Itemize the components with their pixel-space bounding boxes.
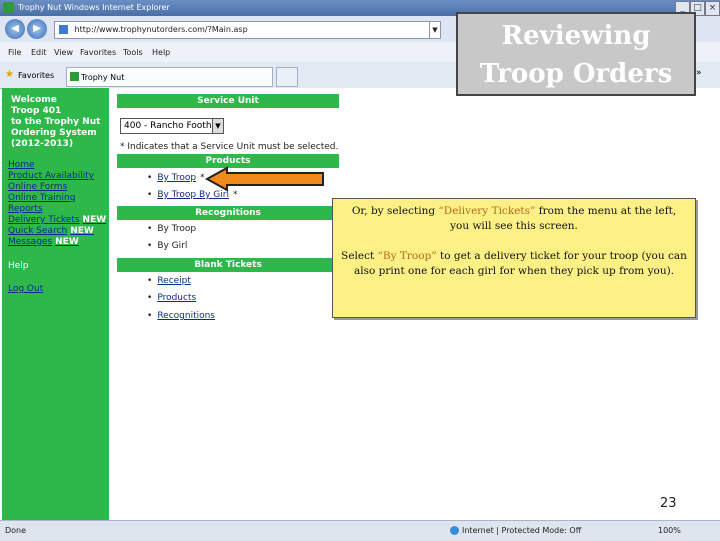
service-unit-note: * Indicates that a Service Unit must be … <box>120 142 339 152</box>
browser-tab[interactable]: Trophy Nut <box>66 67 273 87</box>
window-title: Trophy Nut Windows Internet Explorer <box>18 3 170 12</box>
sidebar-item-label: Delivery Tickets <box>8 215 80 225</box>
menu-view[interactable]: View <box>54 48 73 57</box>
list-item: • By Troop * <box>147 173 205 183</box>
new-badge: NEW <box>82 215 107 225</box>
recognitions-by-girl-link[interactable]: By Girl <box>157 241 187 251</box>
sidebar-item-label: Reports <box>8 204 43 214</box>
address-url: http://www.trophynutorders.com/?Main.asp <box>74 25 248 34</box>
back-button[interactable]: ◀ <box>5 19 25 39</box>
tab-title: Trophy Nut <box>81 73 125 82</box>
security-zone-label: Internet | Protected Mode: Off <box>462 526 582 535</box>
instruction-callout: Or, by selecting “Delivery Tickets” from… <box>332 198 696 318</box>
sidebar-item-label: Product Availability <box>8 171 95 181</box>
welcome-line: Troop 401 <box>11 106 62 116</box>
slide-title: Reviewing Troop Orders <box>456 12 696 96</box>
sidebar-item-online-forms[interactable]: Online Forms <box>8 182 67 192</box>
status-bar: Done Internet | Protected Mode: Off 100% <box>0 520 720 541</box>
welcome-line: Ordering System <box>11 128 97 138</box>
blank-receipt-link[interactable]: Receipt <box>157 276 191 286</box>
sidebar-item-quick-search[interactable]: Quick Search NEW <box>8 226 94 236</box>
service-unit-header: Service Unit <box>117 94 339 108</box>
blank-products-link[interactable]: Products <box>157 293 196 303</box>
menu-help[interactable]: Help <box>152 48 170 57</box>
sidebar-item-product-availability[interactable]: Product Availability <box>8 171 94 181</box>
favorites-star-icon[interactable]: ★ <box>5 69 14 80</box>
list-item: • Products <box>147 293 196 303</box>
sidebar-item-messages[interactable]: Messages NEW <box>8 237 79 247</box>
menu-tools[interactable]: Tools <box>123 48 143 57</box>
recognitions-by-troop-link[interactable]: By Troop <box>157 224 196 234</box>
callout-text: Select <box>341 250 378 262</box>
welcome-text: Welcome Troop 401 to the Trophy Nut Orde… <box>11 95 100 150</box>
security-zone[interactable]: Internet | Protected Mode: Off <box>450 526 581 535</box>
sidebar-item-label: Home <box>8 160 35 170</box>
page-icon <box>59 25 68 34</box>
new-badge: NEW <box>70 226 94 236</box>
callout-text: Or, by selecting <box>351 205 439 217</box>
sidebar-item-home[interactable]: Home <box>8 160 35 170</box>
sidebar-item-label: Online Forms <box>8 182 68 192</box>
chevron-down-icon[interactable]: ▼ <box>212 119 223 133</box>
sidebar-item-label: Help <box>8 261 29 271</box>
bullet-icon: • <box>147 241 153 251</box>
bullet-icon: • <box>147 173 153 183</box>
close-button[interactable]: × <box>705 1 720 16</box>
sidebar-item-log-out[interactable]: Log Out <box>8 284 43 294</box>
sidebar-item-label: Messages <box>8 237 53 247</box>
bullet-icon: • <box>147 311 153 321</box>
callout-highlight: “By Troop” <box>377 250 437 262</box>
zoom-level[interactable]: 100% <box>658 526 681 535</box>
forward-button[interactable]: ▶ <box>27 19 47 39</box>
sidebar-item-label: Log Out <box>8 284 44 294</box>
list-item: • By Troop <box>147 224 196 234</box>
sidebar: Welcome Troop 401 to the Trophy Nut Orde… <box>2 88 109 520</box>
slide-page-number: 23 <box>660 496 677 511</box>
callout-paragraph: Or, by selecting “Delivery Tickets” from… <box>341 204 687 234</box>
welcome-line: Welcome <box>11 95 57 105</box>
products-by-troop-link[interactable]: By Troop <box>157 173 196 183</box>
sidebar-item-delivery-tickets[interactable]: Delivery Tickets NEW <box>8 215 106 225</box>
favorites-label[interactable]: Favorites <box>18 71 54 80</box>
sidebar-item-label: Quick Search <box>8 226 68 236</box>
welcome-line: (2012-2013) <box>11 139 74 149</box>
sidebar-item-label: Online Training <box>8 193 76 203</box>
new-tab-button[interactable] <box>276 67 298 87</box>
service-unit-value: 400 - Rancho Foothill <box>124 121 220 131</box>
bullet-icon: • <box>147 293 153 303</box>
bullet-icon: • <box>147 276 153 286</box>
address-input[interactable]: http://www.trophynutorders.com/?Main.asp… <box>54 21 441 39</box>
required-asterisk: * <box>200 173 205 183</box>
toolbar-overflow-icon[interactable]: » <box>696 68 702 78</box>
bullet-icon: • <box>147 190 153 200</box>
globe-icon <box>450 526 459 535</box>
blank-recognitions-link[interactable]: Recognitions <box>157 311 215 321</box>
sidebar-item-online-training[interactable]: Online Training <box>8 193 75 203</box>
address-dropdown-icon[interactable]: ▼ <box>429 22 440 38</box>
sidebar-item-help[interactable]: Help <box>8 261 29 271</box>
bullet-icon: • <box>147 224 153 234</box>
sidebar-item-reports[interactable]: Reports <box>8 204 43 214</box>
menu-file[interactable]: File <box>8 48 21 57</box>
list-item: • Receipt <box>147 276 191 286</box>
callout-paragraph: Select “By Troop” to get a delivery tick… <box>341 249 687 279</box>
tab-favicon-icon <box>70 72 79 81</box>
list-item: • Recognitions <box>147 311 215 321</box>
callout-highlight: “Delivery Tickets” <box>438 205 536 217</box>
status-text: Done <box>5 526 27 535</box>
recognitions-header: Recognitions <box>117 206 339 220</box>
service-unit-select[interactable]: 400 - Rancho Foothill ▼ <box>120 118 224 134</box>
welcome-line: to the Trophy Nut <box>11 117 101 127</box>
menu-edit[interactable]: Edit <box>31 48 47 57</box>
list-item: • By Girl <box>147 241 187 251</box>
app-logo-icon <box>3 2 14 13</box>
menu-favorites[interactable]: Favorites <box>80 48 116 57</box>
new-badge: NEW <box>55 237 79 247</box>
blank-tickets-header: Blank Tickets <box>117 258 339 272</box>
pointer-arrow-icon <box>205 166 324 192</box>
